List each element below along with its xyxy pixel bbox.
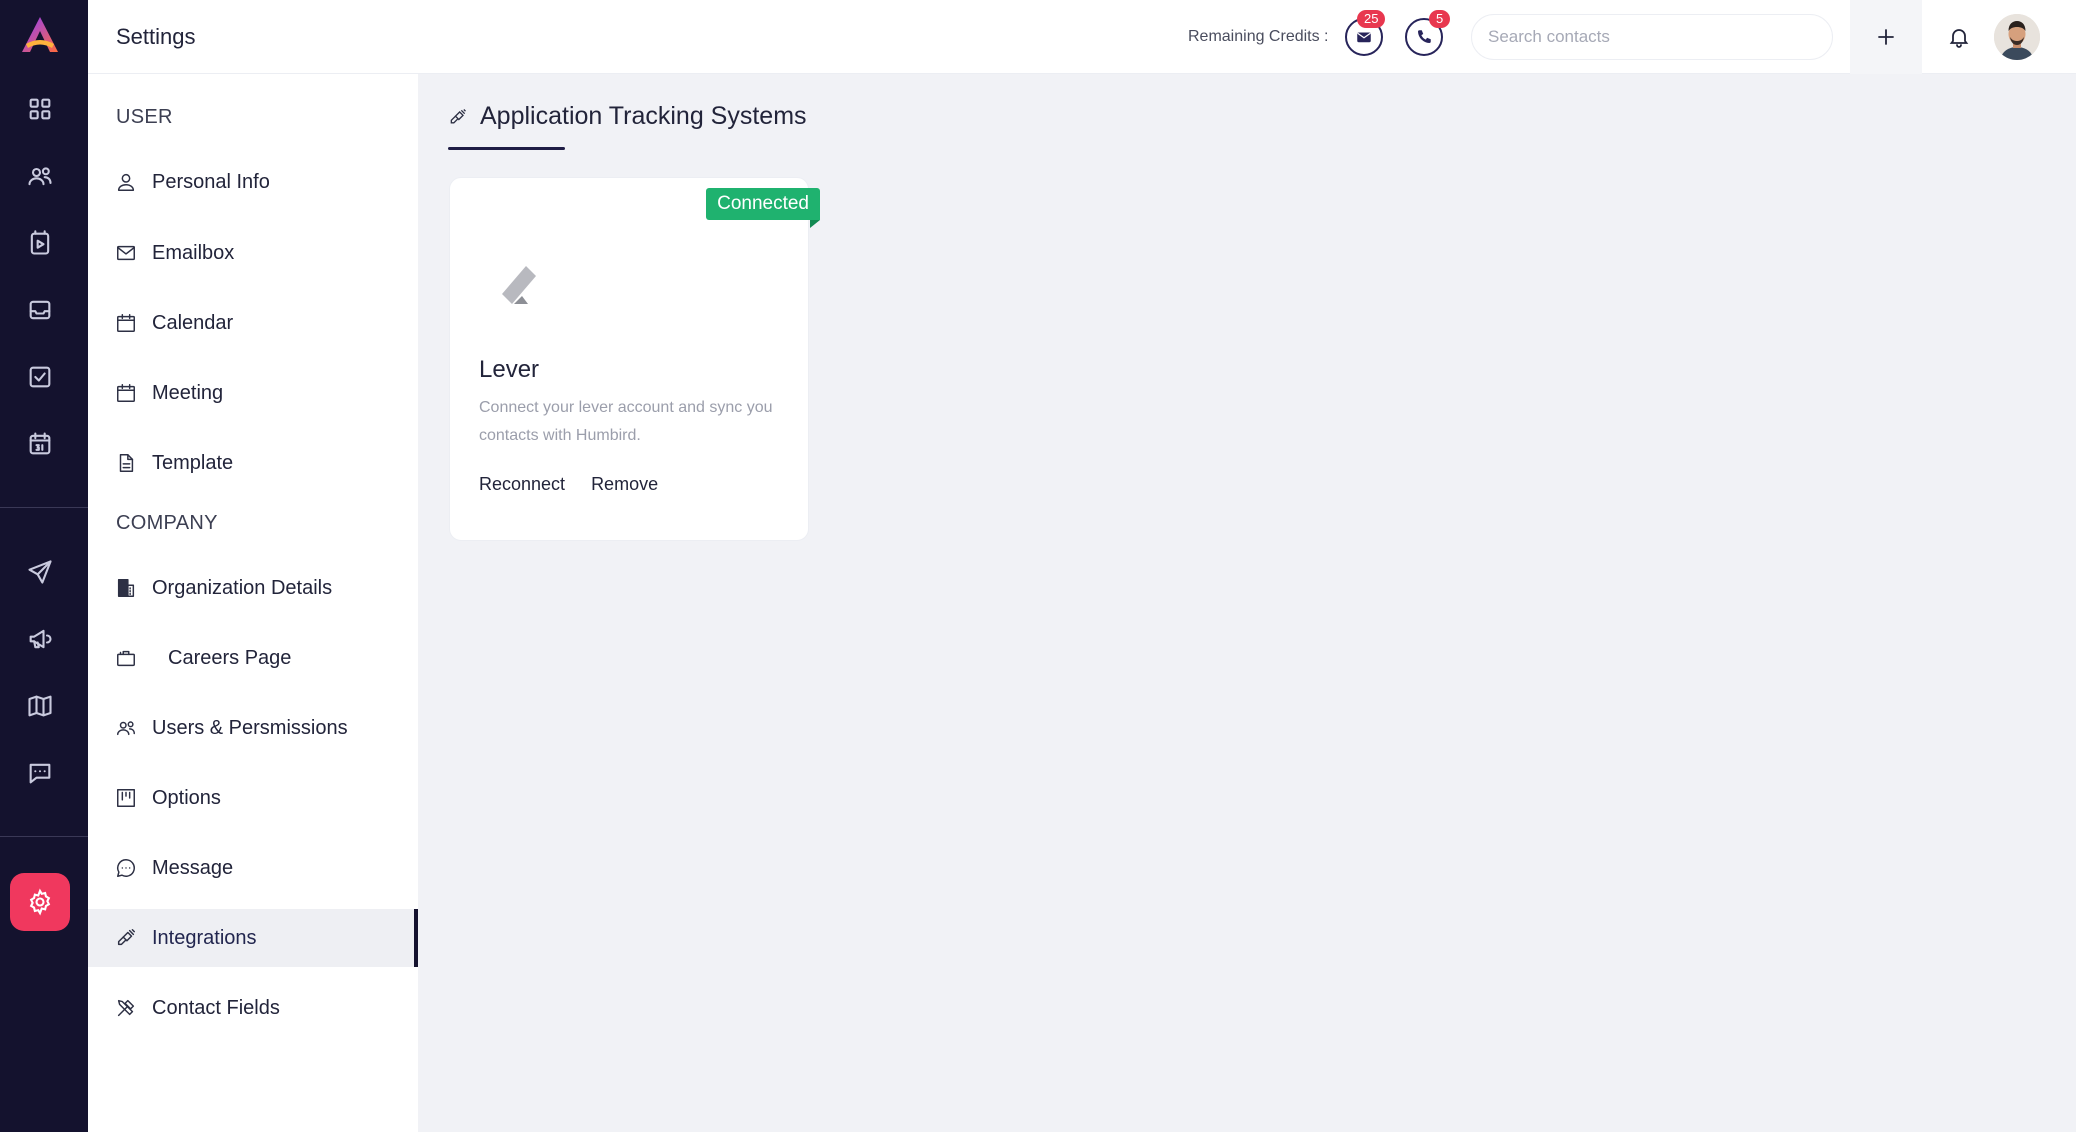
sidebar-item-message[interactable]: Message <box>88 839 418 897</box>
sidebar-item-organization-details[interactable]: Organization Details <box>88 559 418 617</box>
briefcase-icon <box>114 646 138 670</box>
email-credits-indicator[interactable]: 25 <box>1345 10 1386 56</box>
plus-icon <box>1878 29 1894 45</box>
sidebar-item-template[interactable]: Template <box>88 434 418 492</box>
calendar-icon <box>114 381 138 405</box>
tasks-icon[interactable] <box>22 359 58 395</box>
sidebar-item-label: Integrations <box>152 926 257 949</box>
app-nav-rail <box>0 0 88 1132</box>
integration-actions: Reconnect Remove <box>479 474 658 495</box>
avatar[interactable] <box>1994 14 2040 60</box>
add-button[interactable] <box>1850 0 1922 74</box>
reconnect-button[interactable]: Reconnect <box>479 474 565 495</box>
sidebar-item-label: Careers Page <box>168 646 292 669</box>
chat-icon <box>114 856 138 880</box>
sidebar-item-label: Meeting <box>152 381 224 404</box>
sidebar-item-options[interactable]: Options <box>88 769 418 827</box>
user-avatar-icon <box>1994 14 2040 60</box>
main-content: Application Tracking Systems Connected L… <box>418 74 2076 1132</box>
search-contacts-input[interactable] <box>1471 14 1833 60</box>
phone-credits-badge: 5 <box>1429 10 1451 28</box>
chat-bubble-icon[interactable] <box>22 755 58 791</box>
sidebar-item-label: Template <box>152 451 234 474</box>
app-logo[interactable] <box>17 14 63 56</box>
sidebar-item-label: Users & Persmissions <box>152 716 348 739</box>
sidebar-item-emailbox[interactable]: Emailbox <box>88 224 418 282</box>
remove-button[interactable]: Remove <box>591 474 658 495</box>
sidebar-item-meeting[interactable]: Meeting <box>88 364 418 422</box>
sidebar-item-label: Calendar <box>152 311 234 334</box>
tab-application-tracking-systems[interactable]: Application Tracking Systems <box>448 102 807 131</box>
phone-credits-indicator[interactable]: 5 <box>1405 10 1451 56</box>
sidebar-item-label: Message <box>152 856 234 879</box>
users-icon <box>114 716 138 740</box>
remaining-credits-label: Remaining Credits : <box>1188 28 1329 45</box>
active-tab-indicator <box>448 147 565 150</box>
section-label-user: USER <box>116 106 173 128</box>
sidebar-item-careers-page[interactable]: Careers Page <box>88 629 418 687</box>
email-credits-badge: 25 <box>1357 10 1386 28</box>
sidebar-item-personal-info[interactable]: Personal Info <box>88 153 418 211</box>
top-bar: Settings Remaining Credits : 25 5 <box>88 0 2076 74</box>
sidebar-item-calendar[interactable]: Calendar <box>88 294 418 352</box>
plug-icon <box>450 108 466 123</box>
calendar-icon <box>114 311 138 335</box>
lever-logo-icon <box>502 266 536 304</box>
status-badge: Connected <box>706 188 820 220</box>
sidebar-item-integrations[interactable]: Integrations <box>88 909 418 967</box>
rail-divider <box>0 507 88 508</box>
send-icon[interactable] <box>22 554 58 590</box>
dashboard-icon[interactable] <box>22 91 58 127</box>
gear-icon <box>29 888 51 916</box>
integration-description: Connect your lever account and sync you … <box>479 399 773 444</box>
video-icon[interactable] <box>22 225 58 261</box>
kanban-icon <box>114 786 138 810</box>
sidebar-item-label: Options <box>152 786 221 809</box>
ribbon-fold <box>810 220 820 228</box>
settings-gear-button[interactable] <box>10 873 70 931</box>
calendar-31-icon[interactable] <box>22 426 58 462</box>
megaphone-icon[interactable] <box>22 621 58 657</box>
sidebar-item-contact-fields[interactable]: Contact Fields <box>88 979 418 1037</box>
integration-name: Lever <box>479 356 540 383</box>
sidebar-item-label: Organization Details <box>152 576 333 599</box>
sidebar-item-label: Contact Fields <box>152 996 280 1019</box>
sidebar-item-label: Personal Info <box>152 170 270 193</box>
sidebar-item-label: Emailbox <box>152 241 235 264</box>
settings-sidebar: USER Personal Info Emailbox Calendar Mee… <box>88 74 418 1132</box>
page-title: Settings <box>116 24 196 49</box>
sidebar-item-users-permissions[interactable]: Users & Persmissions <box>88 699 418 757</box>
plug-icon <box>114 926 138 950</box>
bell-icon <box>1949 29 1969 48</box>
inbox-icon[interactable] <box>22 292 58 328</box>
building-icon <box>114 576 138 600</box>
section-label-company: COMPANY <box>116 512 218 534</box>
integration-card-lever: Connected Lever Connect your lever accou… <box>449 177 820 541</box>
document-icon <box>114 451 138 475</box>
rail-divider <box>0 836 88 837</box>
contacts-icon[interactable] <box>22 158 58 194</box>
section-title: Application Tracking Systems <box>480 102 807 130</box>
mail-icon <box>114 241 138 265</box>
phone-icon <box>1418 30 1431 43</box>
user-icon <box>114 170 138 194</box>
tools-icon <box>114 996 138 1020</box>
map-icon[interactable] <box>22 688 58 724</box>
notifications-button[interactable] <box>1944 22 1974 52</box>
mail-icon <box>1357 32 1371 43</box>
